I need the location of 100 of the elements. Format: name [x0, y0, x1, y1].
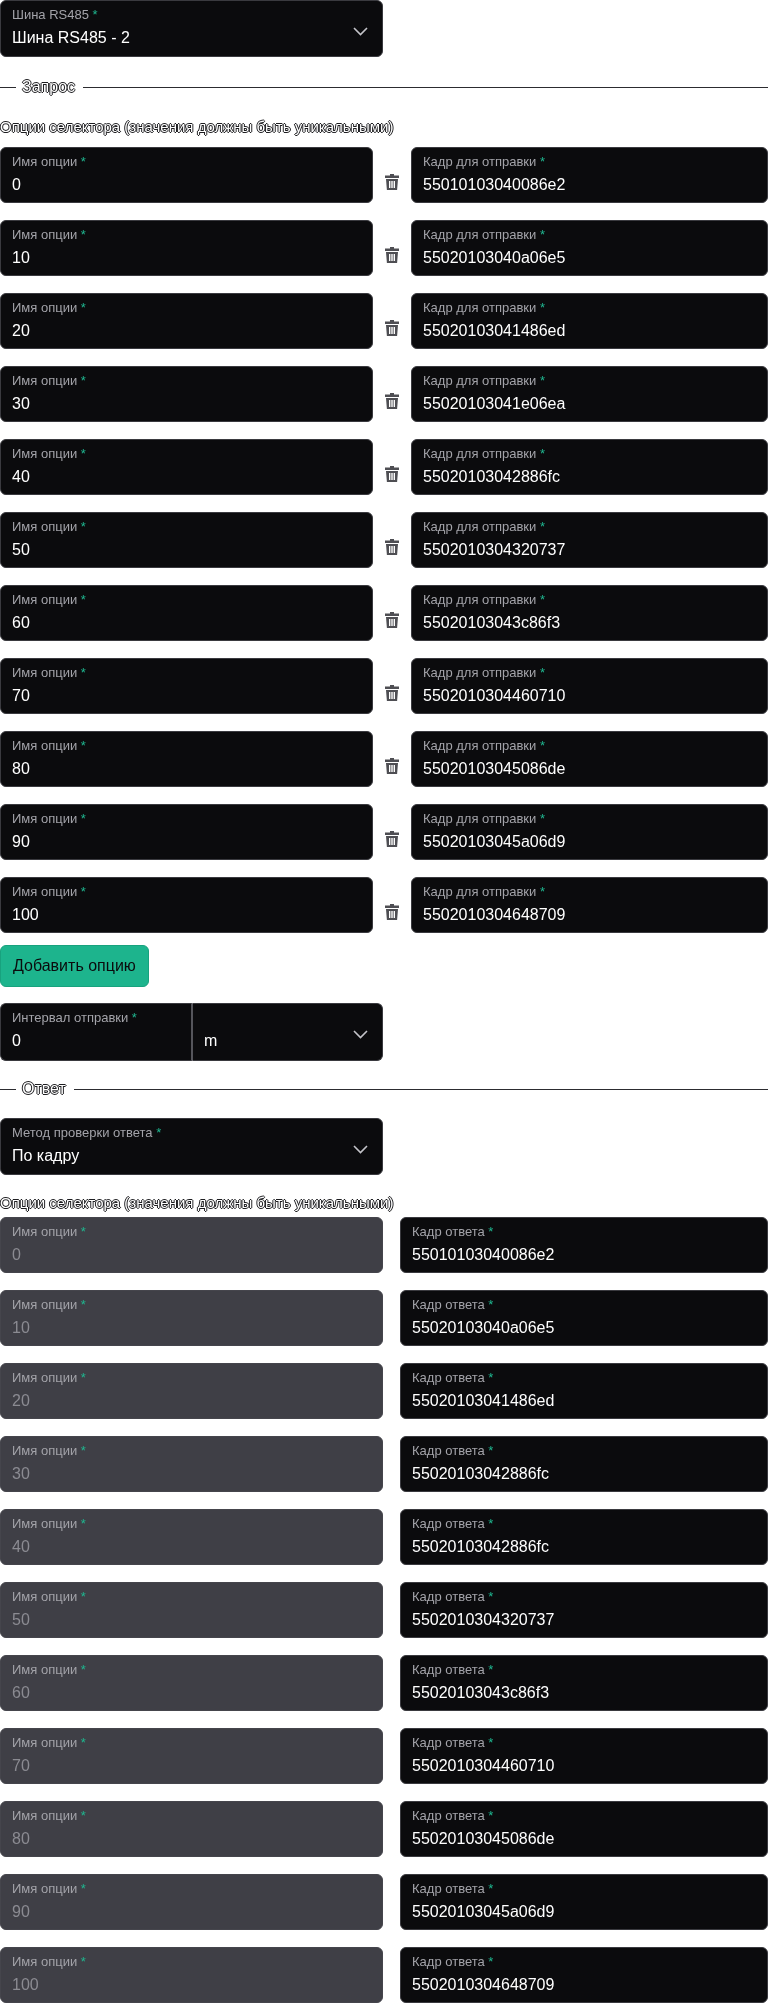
frame-field[interactable]: Кадр для отправки * 5502010304648709 — [411, 877, 768, 933]
option-name-field: Имя опции * 100 — [0, 1947, 383, 2003]
field-label: Имя опции * — [12, 1880, 87, 1897]
field-label: Шина RS485 * — [12, 6, 99, 23]
field-label: Имя опции * — [12, 1369, 87, 1386]
option-name-field[interactable]: Имя опции * 100 — [0, 877, 373, 933]
option-name-field[interactable]: Имя опции * 90 — [0, 804, 373, 860]
add-option-button[interactable]: Добавить опцию — [0, 945, 149, 987]
field-label: Имя опции * — [12, 737, 87, 754]
field-label: Имя опции * — [12, 1515, 87, 1532]
field-label: Имя опции * — [12, 1588, 87, 1605]
option-name-field: Имя опции * 0 — [0, 1217, 383, 1273]
field-label: Имя опции * — [12, 1223, 87, 1240]
frame-field[interactable]: Кадр ответа * 5502010304320737 — [400, 1582, 768, 1638]
field-label: Кадр для отправки * — [423, 372, 546, 389]
field-label: Кадр для отправки * — [423, 591, 546, 608]
field-label: Имя опции * — [12, 1442, 87, 1459]
field-label: Кадр ответа * — [412, 1734, 495, 1751]
field-label: Кадр для отправки * — [423, 664, 546, 681]
field-label: Имя опции * — [12, 518, 87, 535]
unit-select[interactable]: m — [193, 1003, 383, 1061]
field-label: Имя опции * — [12, 664, 87, 681]
trash-icon[interactable] — [385, 247, 399, 263]
frame-field[interactable]: Кадр ответа * 5502010304460710 — [400, 1728, 768, 1784]
frame-field[interactable]: Кадр ответа * 55020103043c86f3 — [400, 1655, 768, 1711]
field-label: Имя опции * — [12, 883, 87, 900]
trash-icon[interactable] — [385, 758, 399, 774]
trash-icon[interactable] — [385, 904, 399, 920]
field-label: Кадр для отправки * — [423, 883, 546, 900]
frame-field[interactable]: Кадр для отправки * 55020103045086de — [411, 731, 768, 787]
frame-field[interactable]: Кадр для отправки * 55020103043c86f3 — [411, 585, 768, 641]
field-label: Кадр ответа * — [412, 1661, 495, 1678]
trash-icon[interactable] — [385, 612, 399, 628]
field-label: Имя опции * — [12, 372, 87, 389]
frame-field[interactable]: Кадр для отправки * 55020103045a06d9 — [411, 804, 768, 860]
option-name-field[interactable]: Имя опции * 20 — [0, 293, 373, 349]
method-select[interactable]: Метод проверки ответа * По кадру — [0, 1118, 383, 1175]
trash-icon[interactable] — [385, 466, 399, 482]
frame-field[interactable]: Кадр ответа * 55020103042886fc — [400, 1436, 768, 1492]
interval-field[interactable]: Интервал отправки * 0 — [0, 1003, 193, 1061]
field-label: Имя опции * — [12, 1661, 87, 1678]
field-label: Кадр ответа * — [412, 1880, 495, 1897]
option-name-field[interactable]: Имя опции * 40 — [0, 439, 373, 495]
frame-field[interactable]: Кадр для отправки * 55020103041e06ea — [411, 366, 768, 422]
option-name-field[interactable]: Имя опции * 60 — [0, 585, 373, 641]
frame-field[interactable]: Кадр для отправки * 55020103040a06e5 — [411, 220, 768, 276]
field-label: Кадр ответа * — [412, 1807, 495, 1824]
option-name-field[interactable]: Имя опции * 0 — [0, 147, 373, 203]
chevron-down-icon — [353, 1144, 368, 1154]
frame-field[interactable]: Кадр ответа * 55020103045086de — [400, 1801, 768, 1857]
chevron-down-icon — [353, 1030, 368, 1039]
option-name-field: Имя опции * 40 — [0, 1509, 383, 1565]
trash-icon[interactable] — [385, 320, 399, 336]
option-name-field[interactable]: Имя опции * 30 — [0, 366, 373, 422]
section-legend: Запрос — [22, 77, 76, 97]
frame-field[interactable]: Кадр для отправки * 5502010304320737 — [411, 512, 768, 568]
field-label: Кадр для отправки * — [423, 226, 546, 243]
option-name-field: Имя опции * 90 — [0, 1874, 383, 1930]
field-label: Имя опции * — [12, 1807, 87, 1824]
option-name-field: Имя опции * 10 — [0, 1290, 383, 1346]
field-label: Кадр ответа * — [412, 1588, 495, 1605]
frame-field[interactable]: Кадр ответа * 5502010304648709 — [400, 1947, 768, 2003]
option-name-field: Имя опции * 20 — [0, 1363, 383, 1419]
trash-icon[interactable] — [385, 831, 399, 847]
option-name-field[interactable]: Имя опции * 10 — [0, 220, 373, 276]
field-label: Кадр для отправки * — [423, 445, 546, 462]
field-label: Имя опции * — [12, 591, 87, 608]
options-caption: Опции селектора (значения должны быть уникальными) — [0, 1194, 395, 1212]
frame-field[interactable]: Кадр для отправки * 55020103041486ed — [411, 293, 768, 349]
frame-field[interactable]: Кадр ответа * 55020103040a06e5 — [400, 1290, 768, 1346]
field-label: Имя опции * — [12, 1296, 87, 1313]
frame-field[interactable]: Кадр ответа * 55020103045a06d9 — [400, 1874, 768, 1930]
field-label: Имя опции * — [12, 226, 87, 243]
field-label: Имя опции * — [12, 1953, 87, 1970]
option-name-field: Имя опции * 50 — [0, 1582, 383, 1638]
field-label: Кадр ответа * — [412, 1953, 495, 1970]
trash-icon[interactable] — [385, 685, 399, 701]
field-label: Кадр ответа * — [412, 1223, 495, 1240]
trash-icon[interactable] — [385, 174, 399, 190]
trash-icon[interactable] — [385, 539, 399, 555]
frame-field[interactable]: Кадр для отправки * 55020103042886fc — [411, 439, 768, 495]
chevron-down-icon — [353, 26, 368, 36]
frame-field[interactable]: Кадр для отправки * 5502010304460710 — [411, 658, 768, 714]
option-name-field: Имя опции * 80 — [0, 1801, 383, 1857]
option-name-field[interactable]: Имя опции * 80 — [0, 731, 373, 787]
option-name-field[interactable]: Имя опции * 50 — [0, 512, 373, 568]
field-label: Кадр для отправки * — [423, 810, 546, 827]
trash-icon[interactable] — [385, 393, 399, 409]
frame-field[interactable]: Кадр для отправки * 55010103040086e2 — [411, 147, 768, 203]
frame-field[interactable]: Кадр ответа * 55020103042886fc — [400, 1509, 768, 1565]
field-label: Кадр ответа * — [412, 1369, 495, 1386]
section-legend: Ответ — [22, 1079, 66, 1099]
field-label: Интервал отправки * — [12, 1009, 138, 1026]
frame-field[interactable]: Кадр ответа * 55010103040086e2 — [400, 1217, 768, 1273]
bus-select[interactable]: Шина RS485 * Шина RS485 - 2 — [0, 0, 383, 57]
field-label: Кадр ответа * — [412, 1296, 495, 1313]
field-label: Кадр ответа * — [412, 1442, 495, 1459]
frame-field[interactable]: Кадр ответа * 55020103041486ed — [400, 1363, 768, 1419]
field-label: Имя опции * — [12, 445, 87, 462]
option-name-field[interactable]: Имя опции * 70 — [0, 658, 373, 714]
